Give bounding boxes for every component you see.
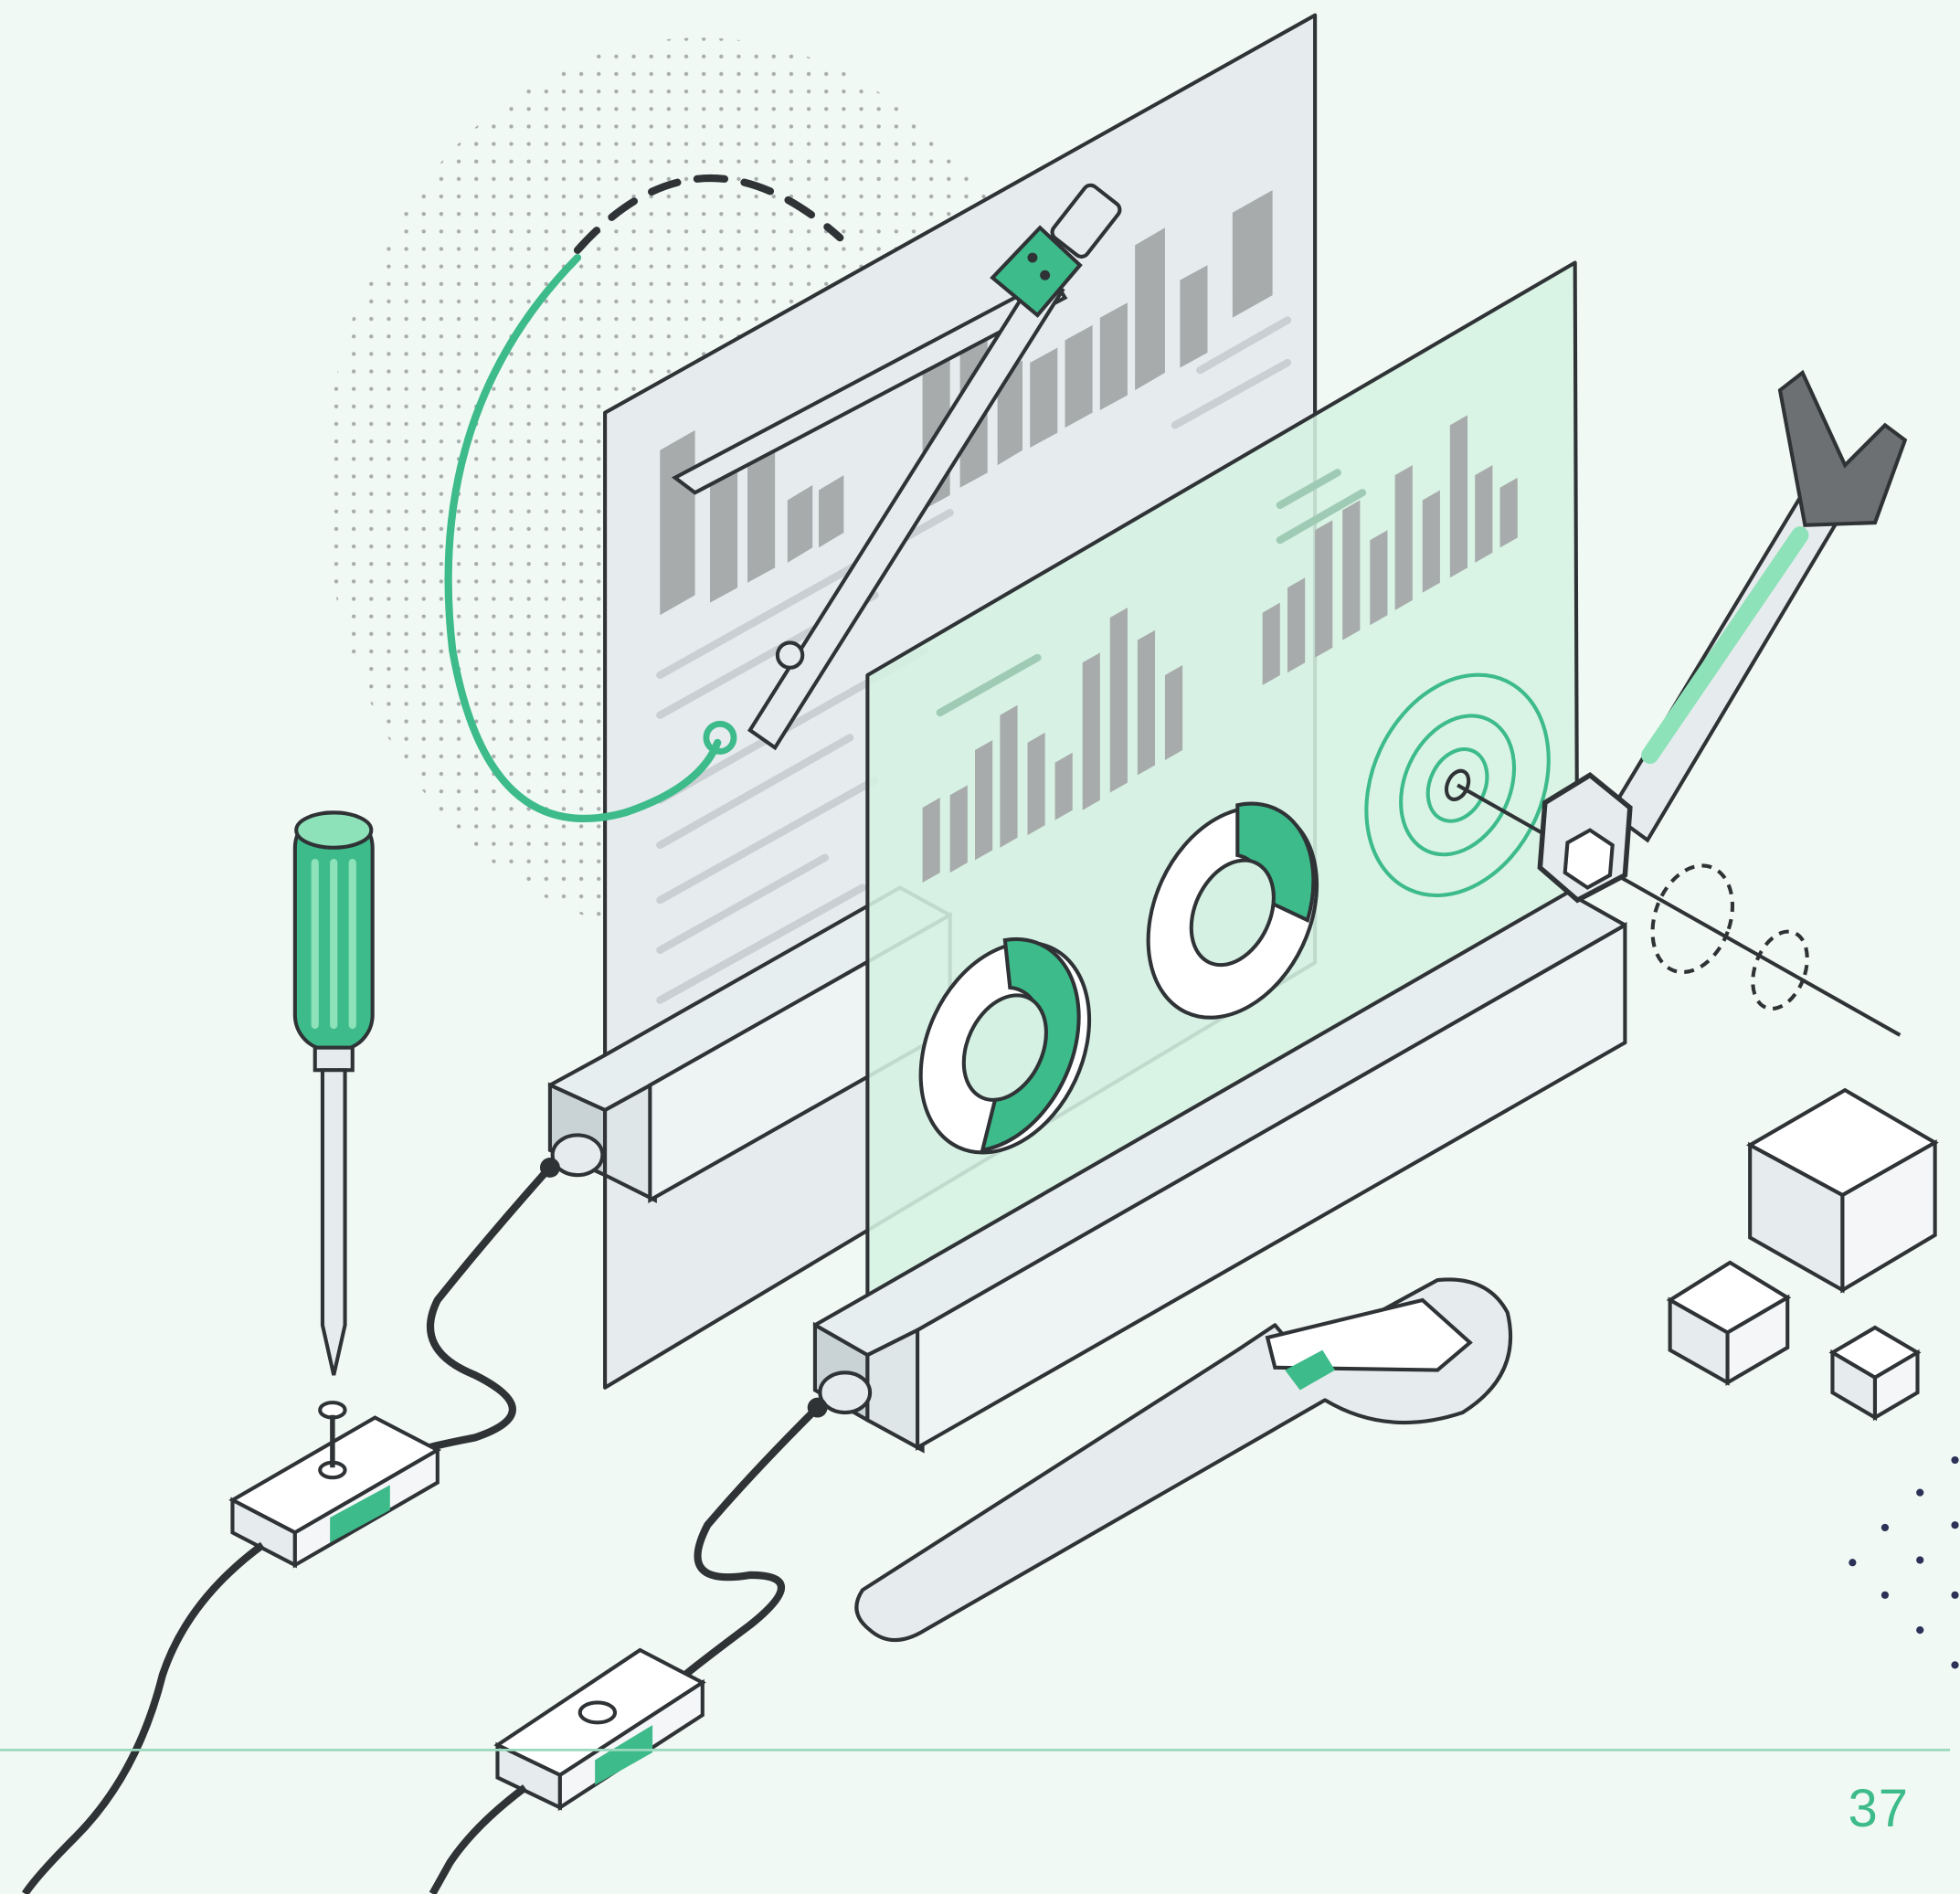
cube-icon <box>1745 1087 1939 1294</box>
front-switch-box <box>429 1647 706 1894</box>
back-cable-connector-icon <box>418 1133 605 1455</box>
open-end-wrench-icon <box>1537 369 1908 904</box>
page-number: 37 <box>1848 1779 1909 1838</box>
cube-icon <box>1666 1260 1792 1386</box>
screwdriver-icon <box>292 810 375 1376</box>
cube-icon <box>1828 1325 1922 1422</box>
isometric-analytics-illustration <box>0 13 1959 1894</box>
front-cable-connector-icon <box>681 1370 873 1679</box>
back-switch-box <box>21 1401 442 1894</box>
decorative-dots <box>1849 1455 1959 1669</box>
